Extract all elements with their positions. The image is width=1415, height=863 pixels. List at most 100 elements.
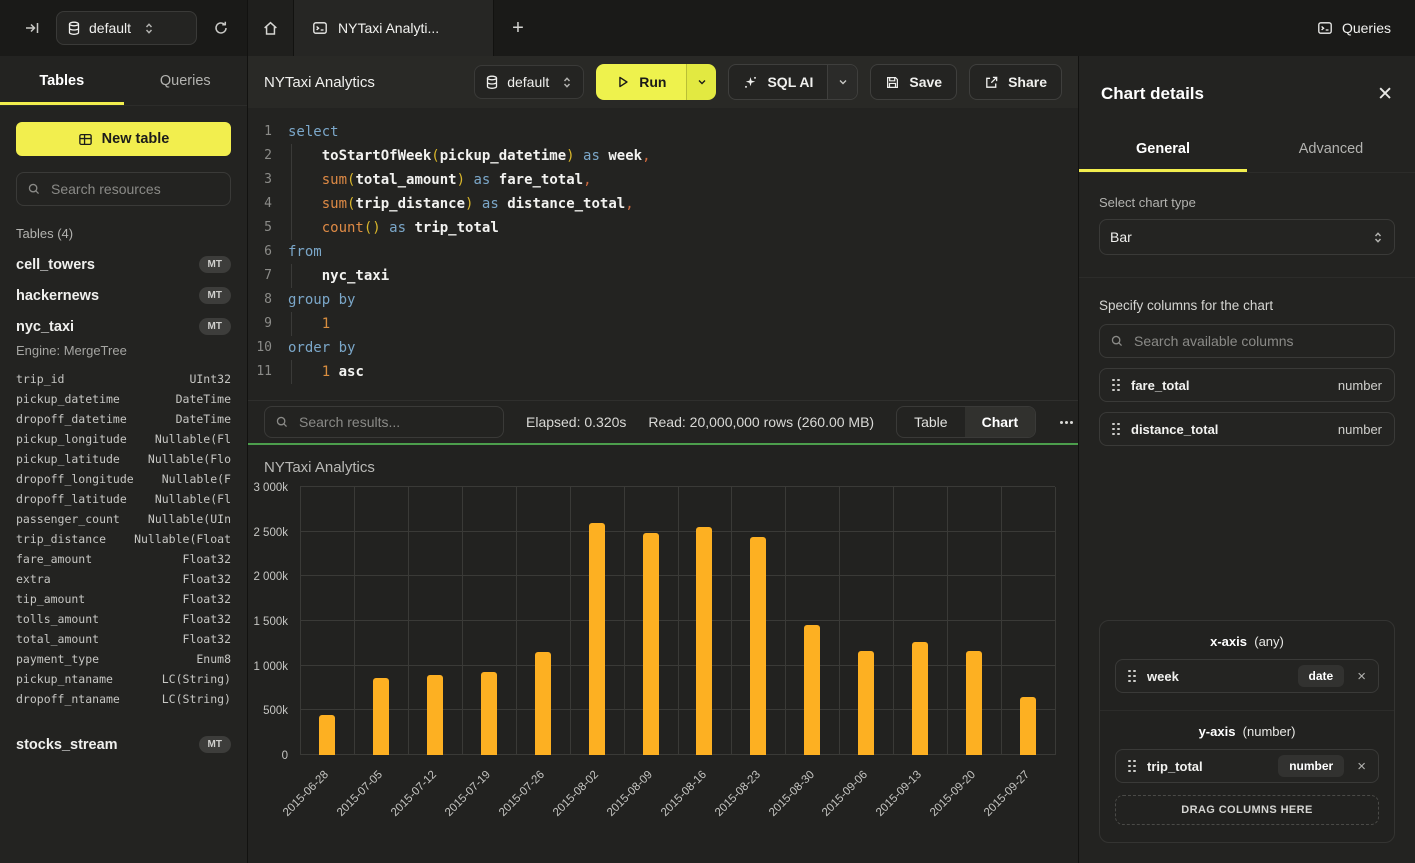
sidebar-search[interactable] — [16, 172, 231, 206]
sql-ai-options-button[interactable] — [827, 65, 857, 99]
gridline — [570, 487, 571, 755]
run-database-selector[interactable]: default — [474, 65, 584, 99]
x-axis-items: weekdate× — [1115, 659, 1379, 693]
bar-2015-08-02[interactable] — [589, 523, 605, 755]
save-button[interactable]: Save — [870, 64, 957, 100]
x-tick-label: 2015-08-30 — [766, 769, 816, 819]
tab-general[interactable]: General — [1079, 128, 1247, 172]
home-tab[interactable] — [248, 0, 294, 56]
drag-handle-icon[interactable] — [1128, 760, 1136, 773]
engine-badge: MT — [199, 287, 231, 304]
sql-editor[interactable]: 1select2 toStartOfWeek(pickup_datetime) … — [248, 108, 1078, 400]
table-view-button[interactable]: Table — [897, 407, 964, 437]
gridline — [947, 487, 948, 755]
code-token — [575, 148, 583, 164]
type-badge: date — [1298, 665, 1345, 687]
sql-ai-button[interactable]: SQL AI — [728, 64, 858, 100]
column-chip-fare_total[interactable]: fare_totalnumber — [1099, 368, 1395, 402]
sparkles-icon — [743, 75, 758, 90]
code-text: from — [288, 240, 322, 264]
x-tick-label: 2015-09-27 — [982, 769, 1032, 819]
column-type: Nullable(Fl — [155, 429, 231, 449]
run-options-button[interactable] — [686, 64, 716, 100]
drag-handle-icon[interactable] — [1128, 670, 1136, 683]
bar-2015-09-20[interactable] — [966, 651, 982, 755]
axis-chip-week[interactable]: weekdate× — [1115, 659, 1379, 693]
column-name: payment_type — [16, 649, 99, 669]
bar-2015-08-16[interactable] — [696, 527, 712, 755]
available-columns: fare_totalnumber distance_totalnumber — [1099, 358, 1395, 446]
bar-2015-07-05[interactable] — [373, 678, 389, 755]
column-type: LC(String) — [162, 669, 231, 689]
new-tab-button[interactable]: + — [494, 0, 542, 56]
database-icon — [67, 21, 81, 36]
code-token: , — [583, 172, 591, 188]
table-row-nyc_taxi[interactable]: nyc_taxiMT — [0, 311, 247, 342]
sidebar-tab-tables[interactable]: Tables — [0, 56, 124, 105]
column-type: Nullable(Flo — [148, 449, 231, 469]
bar-2015-07-26[interactable] — [535, 652, 551, 755]
y-tick-label: 1 000k — [253, 661, 288, 673]
chart-view-button[interactable]: Chart — [965, 407, 1036, 437]
indent-guide — [291, 360, 292, 384]
bar-2015-08-23[interactable] — [750, 537, 766, 755]
column-row: fare_amountFloat32 — [16, 549, 231, 569]
x-tick-label: 2015-07-19 — [443, 769, 493, 819]
sidebar-tab-queries[interactable]: Queries — [124, 56, 248, 105]
drag-handle-icon[interactable] — [1112, 379, 1120, 392]
chart-type-selector[interactable]: Bar — [1099, 219, 1395, 255]
code-token: , — [642, 148, 650, 164]
sidebar-search-input[interactable] — [49, 180, 220, 198]
bar-2015-07-19[interactable] — [481, 672, 497, 755]
collapse-sidebar-icon[interactable] — [20, 16, 44, 40]
drag-columns-dropzone[interactable]: DRAG COLUMNS HERE — [1115, 795, 1379, 825]
more-options-icon[interactable] — [1060, 421, 1062, 424]
close-icon[interactable]: ✕ — [1377, 85, 1393, 104]
results-search[interactable] — [264, 406, 504, 438]
code-token: nyc_taxi — [322, 268, 389, 284]
column-type: DateTime — [176, 409, 231, 429]
bar-2015-06-28[interactable] — [319, 715, 335, 755]
axis-chip-trip_total[interactable]: trip_totalnumber× — [1115, 749, 1379, 783]
remove-icon[interactable]: × — [1357, 668, 1366, 685]
new-table-button[interactable]: New table — [16, 122, 231, 156]
bar-2015-07-12[interactable] — [427, 675, 443, 755]
drag-handle-icon[interactable] — [1112, 423, 1120, 436]
code-token: ) — [566, 148, 574, 164]
bar-2015-08-30[interactable] — [804, 625, 820, 755]
table-row-stocks_stream[interactable]: stocks_streamMT — [0, 729, 247, 760]
bar-2015-09-13[interactable] — [912, 642, 928, 755]
code-token: group by — [288, 292, 355, 308]
new-table-label: New table — [102, 131, 170, 147]
queries-button[interactable]: Queries — [1293, 0, 1415, 56]
line-number: 4 — [248, 192, 288, 216]
query-tab[interactable]: NYTaxi Analyti... — [294, 0, 494, 56]
engine-badge: MT — [199, 736, 231, 753]
columns-search-input[interactable] — [1132, 332, 1384, 350]
share-button[interactable]: Share — [969, 64, 1062, 100]
bar-2015-08-09[interactable] — [643, 533, 659, 755]
database-selector[interactable]: default — [56, 11, 197, 45]
run-button[interactable]: Run — [596, 64, 686, 100]
results-search-input[interactable] — [297, 413, 493, 431]
bar-2015-09-27[interactable] — [1020, 697, 1036, 755]
sidebar-tabs: Tables Queries — [0, 56, 247, 106]
tab-advanced[interactable]: Advanced — [1247, 128, 1415, 172]
code-token: , — [625, 196, 633, 212]
remove-icon[interactable]: × — [1357, 758, 1366, 775]
refresh-icon[interactable] — [209, 16, 233, 40]
gridline — [462, 487, 463, 755]
type-badge: number — [1278, 755, 1344, 777]
queries-icon — [1317, 20, 1333, 36]
code-token: as — [389, 220, 406, 236]
columns-search[interactable] — [1099, 324, 1395, 358]
table-row-cell_towers[interactable]: cell_towersMT — [0, 249, 247, 280]
code-line: 10order by — [248, 336, 1078, 360]
column-chip-distance_total[interactable]: distance_totalnumber — [1099, 412, 1395, 446]
bar-2015-09-06[interactable] — [858, 651, 874, 755]
table-row-hackernews[interactable]: hackernewsMT — [0, 280, 247, 311]
code-line: 11 1 asc — [248, 360, 1078, 384]
run-database-value: default — [507, 74, 549, 90]
code-token: as — [473, 172, 490, 188]
gridline — [893, 487, 894, 755]
